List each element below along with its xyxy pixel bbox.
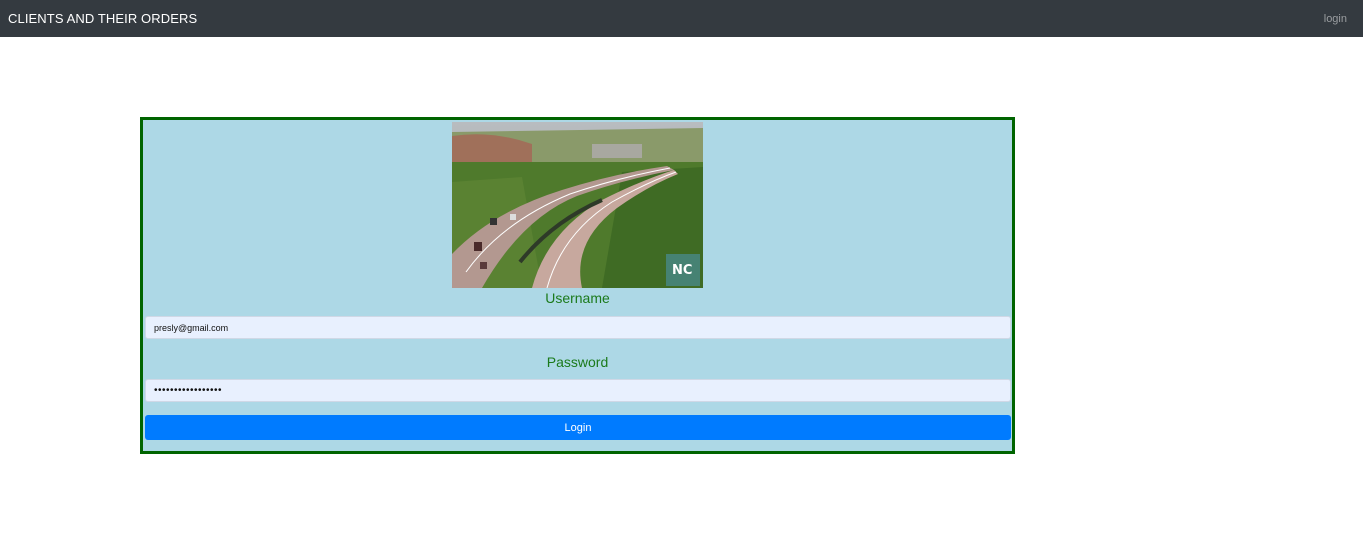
svg-text:NC: NC [672,263,692,278]
password-label: Password [546,354,609,370]
login-button[interactable]: Login [145,415,1011,440]
highway-image: NC [452,122,703,288]
username-label: Username [545,290,610,306]
nav-login-link[interactable]: login [1324,13,1347,25]
password-input[interactable] [145,379,1011,402]
username-input[interactable] [145,316,1011,339]
top-navbar: CLIENTS AND THEIR ORDERS login [0,0,1363,37]
brand-title[interactable]: CLIENTS AND THEIR ORDERS [8,11,197,26]
login-form-card: NC Username Password Login [140,117,1015,454]
